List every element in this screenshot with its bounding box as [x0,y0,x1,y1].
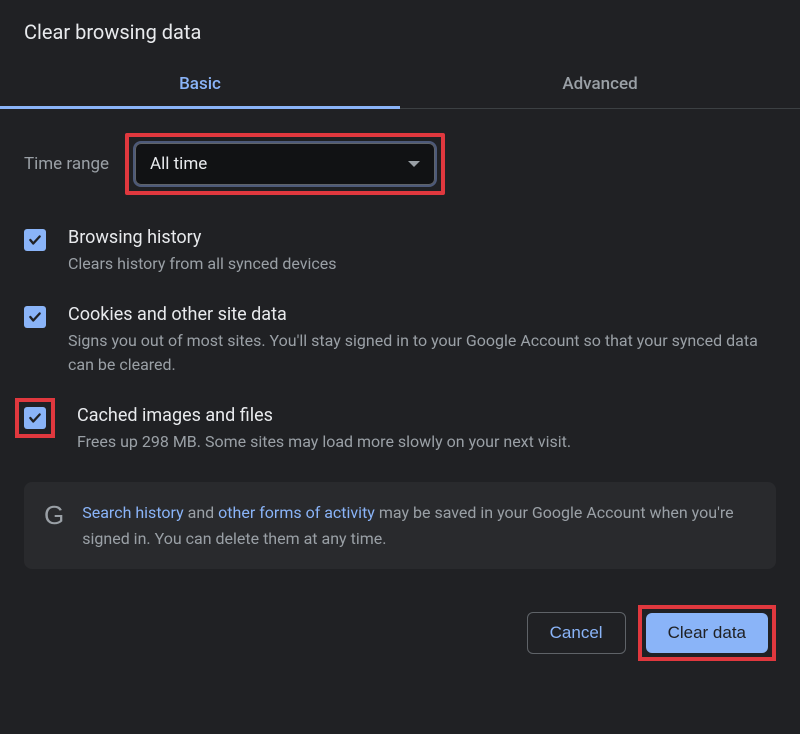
chevron-down-icon [408,161,420,167]
checkmark-icon [28,233,42,247]
option-text: Cached images and files Frees up 298 MB.… [77,405,776,454]
clear-data-button[interactable]: Clear data [646,613,768,653]
link-other-activity[interactable]: other forms of activity [218,503,375,522]
clear-browsing-data-dialog: Clear browsing data Basic Advanced Time … [0,0,800,685]
clear-data-highlight: Clear data [638,605,776,661]
checkbox-wrap [24,227,46,251]
checkbox-highlight [15,398,55,438]
option-title: Browsing history [68,227,776,248]
checkmark-icon [28,310,42,324]
time-range-row: Time range All time [24,133,776,195]
dialog-actions: Cancel Clear data [0,569,800,685]
dialog-title: Clear browsing data [0,0,800,60]
option-title: Cookies and other site data [68,304,776,325]
checkbox-cached[interactable] [24,407,46,429]
option-desc: Frees up 298 MB. Some sites may load mor… [77,430,776,454]
info-text: Search history and other forms of activi… [82,500,756,551]
option-cookies: Cookies and other site data Signs you ou… [24,304,776,377]
option-text: Browsing history Clears history from all… [68,227,776,276]
checkbox-wrap [24,304,46,328]
option-desc: Signs you out of most sites. You'll stay… [68,329,776,377]
time-range-label: Time range [24,154,109,174]
time-range-value: All time [150,154,207,174]
time-range-select[interactable]: All time [135,143,435,185]
tabs: Basic Advanced [0,60,800,109]
info-text-part: and [184,503,219,522]
checkmark-icon [28,411,42,425]
time-range-highlight: All time [125,133,445,195]
option-cached: Cached images and files Frees up 298 MB.… [24,405,776,454]
google-g-icon: G [44,500,64,531]
cancel-button[interactable]: Cancel [527,612,626,654]
option-title: Cached images and files [77,405,776,426]
link-search-history[interactable]: Search history [82,503,183,522]
option-text: Cookies and other site data Signs you ou… [68,304,776,377]
option-desc: Clears history from all synced devices [68,252,776,276]
tab-basic[interactable]: Basic [0,60,400,108]
checkbox-browsing-history[interactable] [24,229,46,251]
info-box: G Search history and other forms of acti… [24,482,776,569]
option-browsing-history: Browsing history Clears history from all… [24,227,776,276]
checkbox-cookies[interactable] [24,306,46,328]
tab-advanced[interactable]: Advanced [400,60,800,108]
dialog-content: Time range All time Browsing history Cle… [0,109,800,569]
